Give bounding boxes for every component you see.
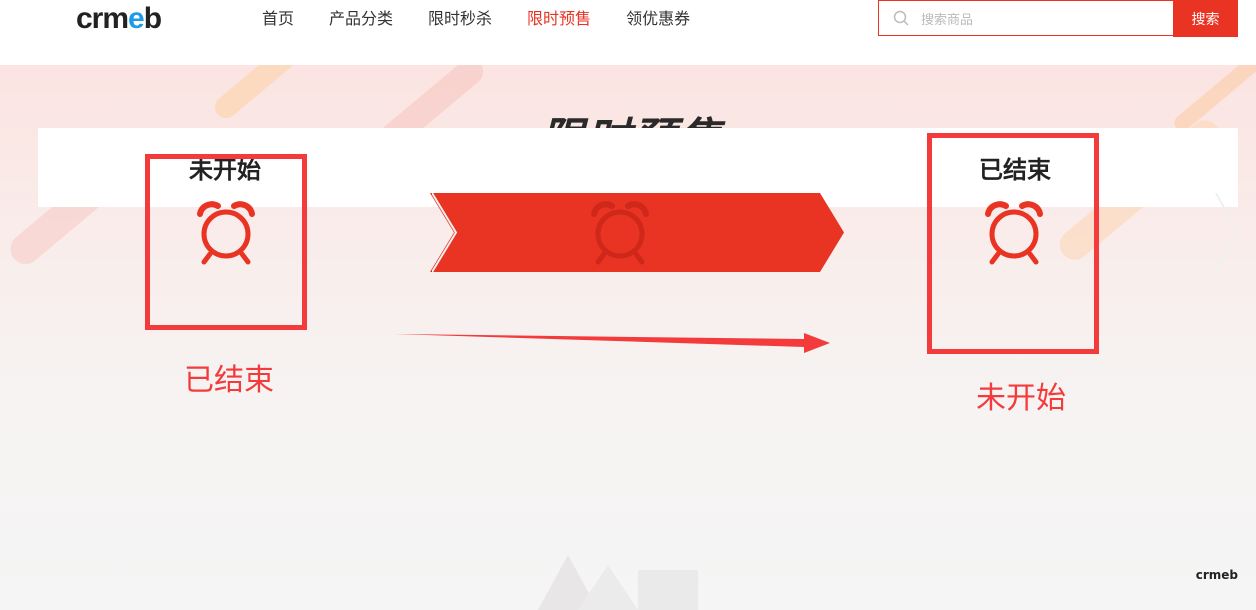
chevron-divider-icon <box>432 193 458 272</box>
search-button[interactable]: 搜索 <box>1173 0 1238 37</box>
alarm-clock-icon <box>591 201 649 265</box>
site-logo[interactable]: crmeb <box>76 2 162 36</box>
annotation-box <box>145 154 307 330</box>
annotation-label-right: 未开始 <box>976 381 1066 416</box>
site-header: crmeb 首页 产品分类 限时秒杀 限时预售 领优惠券 搜索 <box>0 0 1256 65</box>
annotation-arrow-icon <box>394 333 830 353</box>
nav-item-presale[interactable]: 限时预售 <box>527 6 591 32</box>
search-box: 搜索 <box>878 0 1238 37</box>
tab-label: 正在进行 <box>572 156 668 184</box>
main-nav: 首页 产品分类 限时秒杀 限时预售 领优惠券 <box>262 6 725 32</box>
decor-tree-icon <box>538 555 698 610</box>
chevron-divider-icon <box>1215 193 1240 272</box>
nav-item-categories[interactable]: 产品分类 <box>329 6 393 32</box>
search-input[interactable] <box>919 5 1163 33</box>
nav-item-flash-sale[interactable]: 限时秒杀 <box>428 6 492 32</box>
footer-logo: crmeb <box>1195 568 1238 582</box>
tab-in-progress[interactable]: 正在进行 <box>470 128 770 207</box>
nav-item-coupons[interactable]: 领优惠券 <box>626 6 690 32</box>
annotation-box <box>927 133 1099 354</box>
nav-item-home[interactable]: 首页 <box>262 6 294 32</box>
search-icon <box>893 10 909 26</box>
decor-stripe <box>210 65 340 123</box>
annotation-label-left: 已结束 <box>184 363 274 398</box>
